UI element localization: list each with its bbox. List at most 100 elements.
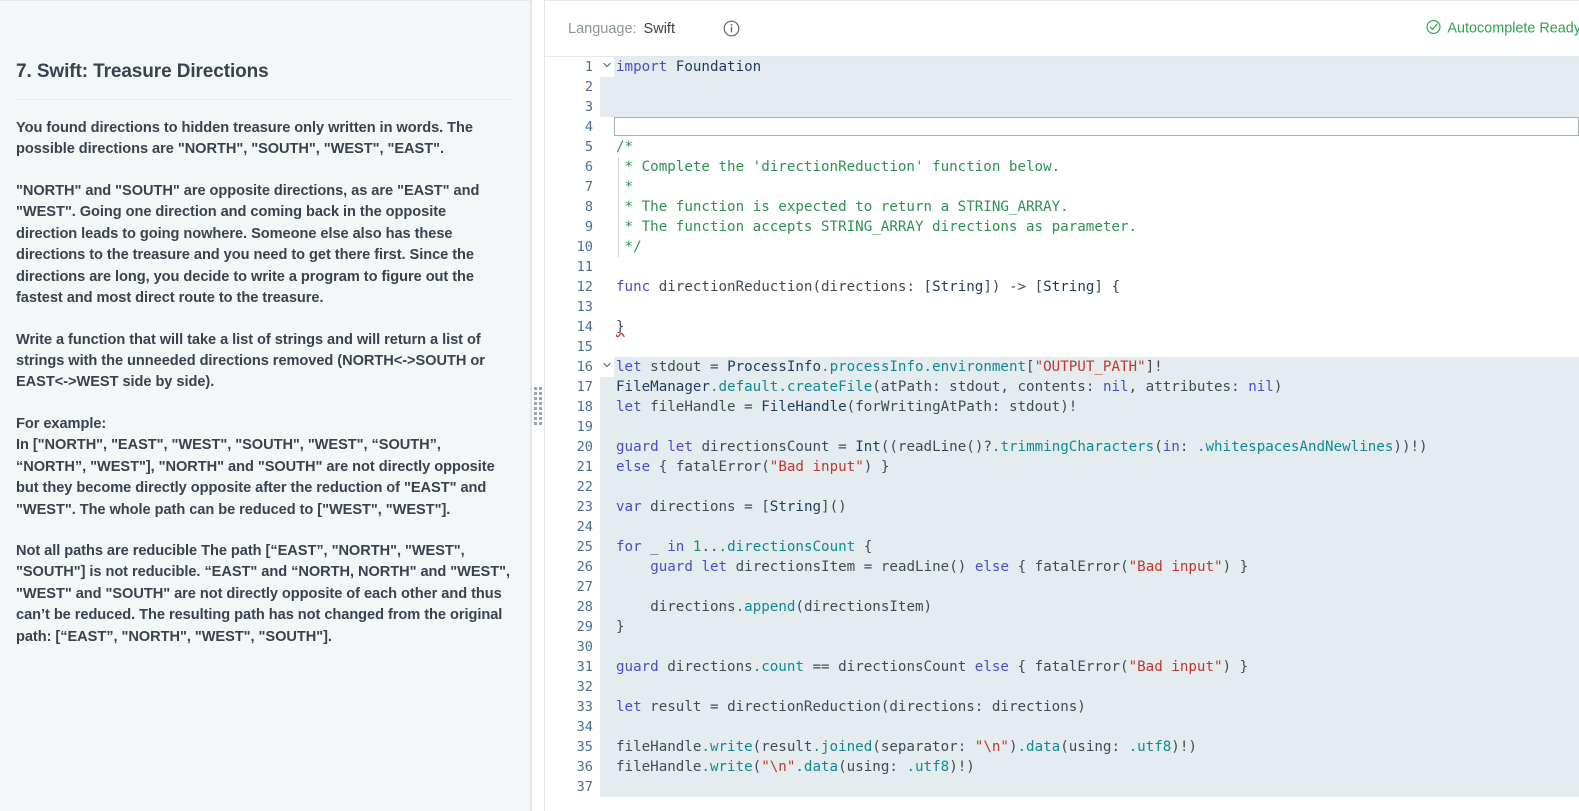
code-line[interactable]: 35 fileHandle.write(result.joined(separat… bbox=[545, 737, 1579, 757]
line-number: 9 bbox=[545, 217, 600, 237]
code-line[interactable]: 5 /* bbox=[545, 137, 1579, 157]
code-line[interactable]: 23 var directions = [String]() bbox=[545, 497, 1579, 517]
language-value[interactable]: Swift bbox=[644, 21, 675, 37]
problem-paragraph: You found directions to hidden treasure … bbox=[16, 120, 473, 158]
line-number: 14 bbox=[545, 317, 600, 337]
code-line[interactable]: 19 bbox=[545, 417, 1579, 437]
code-text: guard directions.count == directionsCoun… bbox=[616, 659, 1249, 675]
code-line[interactable]: 26 guard let directionsItem = readLine()… bbox=[545, 557, 1579, 577]
chevron-down-icon[interactable] bbox=[600, 357, 614, 377]
code-line[interactable]: 9 * The function accepts STRING_ARRAY di… bbox=[545, 217, 1579, 237]
line-number: 30 bbox=[545, 637, 600, 657]
code-line[interactable]: 32 bbox=[545, 677, 1579, 697]
line-number: 15 bbox=[545, 337, 600, 357]
code-text: FileManager.default.createFile(atPath: s… bbox=[616, 379, 1283, 395]
problem-paragraph: Not all paths are reducible The path [“E… bbox=[16, 543, 510, 645]
code-line[interactable]: 25 for _ in 1...directionsCount { bbox=[545, 537, 1579, 557]
code-line[interactable]: 6 * Complete the 'directionReduction' fu… bbox=[545, 157, 1579, 177]
code-text: /* bbox=[616, 139, 634, 155]
code-line[interactable]: 7 * bbox=[545, 177, 1579, 197]
code-line[interactable]: 10 */ bbox=[545, 237, 1579, 257]
line-number: 33 bbox=[545, 697, 600, 717]
line-number: 12 bbox=[545, 277, 600, 297]
code-line[interactable]: 12 func directionReduction(directions: [S… bbox=[545, 277, 1579, 297]
code-line[interactable]: 11 bbox=[545, 257, 1579, 277]
code-line[interactable]: 14} bbox=[545, 317, 1579, 337]
code-line[interactable]: 31 guard directions.count == directionsCo… bbox=[545, 657, 1579, 677]
code-line[interactable]: 16 let stdout = ProcessInfo.processInfo.e… bbox=[545, 357, 1579, 377]
code-text: * bbox=[614, 177, 1579, 197]
code-line[interactable]: 29} bbox=[545, 617, 1579, 637]
chevron-down-icon[interactable] bbox=[600, 57, 614, 77]
code-text: fileHandle.write("\n".data(using: .utf8)… bbox=[616, 759, 975, 775]
code-line[interactable]: 18 let fileHandle = FileHandle(forWriting… bbox=[545, 397, 1579, 417]
code-text: let fileHandle = FileHandle(forWritingAt… bbox=[616, 399, 1078, 415]
code-line[interactable]: 33 let result = directionReduction(direct… bbox=[545, 697, 1579, 717]
line-number: 32 bbox=[545, 677, 600, 697]
code-line[interactable]: 1 import Foundation bbox=[545, 57, 1579, 77]
line-number: 34 bbox=[545, 717, 600, 737]
code-line[interactable]: 20 guard let directionsCount = Int((readL… bbox=[545, 437, 1579, 457]
code-text: } bbox=[616, 319, 625, 335]
code-text: * Complete the 'directionReduction' func… bbox=[614, 157, 1579, 177]
line-number: 25 bbox=[545, 537, 600, 557]
code-line[interactable]: 36 fileHandle.write("\n".data(using: .utf… bbox=[545, 757, 1579, 777]
code-line[interactable]: 21 else { fatalError("Bad input") } bbox=[545, 457, 1579, 477]
code-line[interactable]: 17 FileManager.default.createFile(atPath:… bbox=[545, 377, 1579, 397]
language-label: Language: bbox=[568, 20, 637, 37]
code-line[interactable]: 3 bbox=[545, 97, 1579, 117]
code-line[interactable]: 2 bbox=[545, 77, 1579, 97]
code-line[interactable]: 30 bbox=[545, 637, 1579, 657]
line-number: 21 bbox=[545, 457, 600, 477]
line-number: 27 bbox=[545, 577, 600, 597]
line-number: 18 bbox=[545, 397, 600, 417]
line-number: 2 bbox=[545, 77, 600, 97]
code-line[interactable]: 22 bbox=[545, 477, 1579, 497]
line-number: 17 bbox=[545, 377, 600, 397]
page-title: 7. Swift: Treasure Directions bbox=[16, 61, 269, 82]
line-number: 36 bbox=[545, 757, 600, 777]
code-text: } bbox=[616, 619, 625, 635]
line-number: 11 bbox=[545, 257, 600, 277]
problem-paragraph: "NORTH" and "SOUTH" are opposite directi… bbox=[16, 182, 480, 307]
code-line[interactable]: 15 bbox=[545, 337, 1579, 357]
code-line-editable[interactable]: 4 bbox=[545, 117, 1579, 137]
code-text: directions.append(directionsItem) bbox=[650, 599, 933, 615]
code-line[interactable]: 37 bbox=[545, 777, 1579, 797]
title-divider bbox=[16, 99, 510, 100]
code-line[interactable]: 8 * The function is expected to return a… bbox=[545, 197, 1579, 217]
code-editor[interactable]: 1 import Foundation 2 3 4 5/* 6 * Complete the… bbox=[545, 57, 1579, 811]
code-text: let stdout = ProcessInfo.processInfo.env… bbox=[616, 359, 1163, 375]
code-line[interactable]: 34 bbox=[545, 717, 1579, 737]
code-line[interactable]: 28 directions.append(directionsItem) bbox=[545, 597, 1579, 617]
code-text: else { fatalError("Bad input") } bbox=[616, 459, 890, 475]
pane-resize-handle[interactable] bbox=[531, 0, 545, 811]
problem-description: You found directions to hidden treasure … bbox=[16, 118, 510, 648]
problem-statement-pane: 7. Swift: Treasure Directions You found … bbox=[0, 0, 531, 811]
line-number: 16 bbox=[545, 357, 600, 377]
problem-paragraph: For example: In ["NORTH", "EAST", "WEST"… bbox=[16, 415, 495, 518]
code-line[interactable]: 27 bbox=[545, 577, 1579, 597]
grip-dots-icon bbox=[534, 386, 542, 425]
line-number: 19 bbox=[545, 417, 600, 437]
code-text bbox=[614, 117, 1579, 136]
code-text: import Foundation bbox=[616, 59, 762, 75]
code-text: */ bbox=[614, 237, 1579, 257]
line-number: 6 bbox=[545, 157, 600, 177]
code-text: var directions = [String]() bbox=[616, 499, 847, 515]
line-number: 22 bbox=[545, 477, 600, 497]
editor-toolbar: Language: Swift Autocomplete Ready bbox=[545, 1, 1579, 57]
code-text: func directionReduction(directions: [Str… bbox=[616, 279, 1121, 295]
line-number: 8 bbox=[545, 197, 600, 217]
challenge-page: 7. Swift: Treasure Directions You found … bbox=[0, 0, 1579, 811]
line-number: 29 bbox=[545, 617, 600, 637]
code-text: fileHandle.write(result.joined(separator… bbox=[616, 739, 1197, 755]
line-number: 37 bbox=[545, 777, 600, 797]
line-number: 4 bbox=[545, 117, 600, 137]
autocomplete-status-label: Autocomplete Ready bbox=[1447, 20, 1579, 37]
problem-paragraph: Write a function that will take a list o… bbox=[16, 331, 485, 391]
check-circle-icon bbox=[1426, 19, 1441, 38]
code-line[interactable]: 13 bbox=[545, 297, 1579, 317]
code-line[interactable]: 24 bbox=[545, 517, 1579, 537]
info-circle-icon[interactable] bbox=[723, 20, 740, 37]
